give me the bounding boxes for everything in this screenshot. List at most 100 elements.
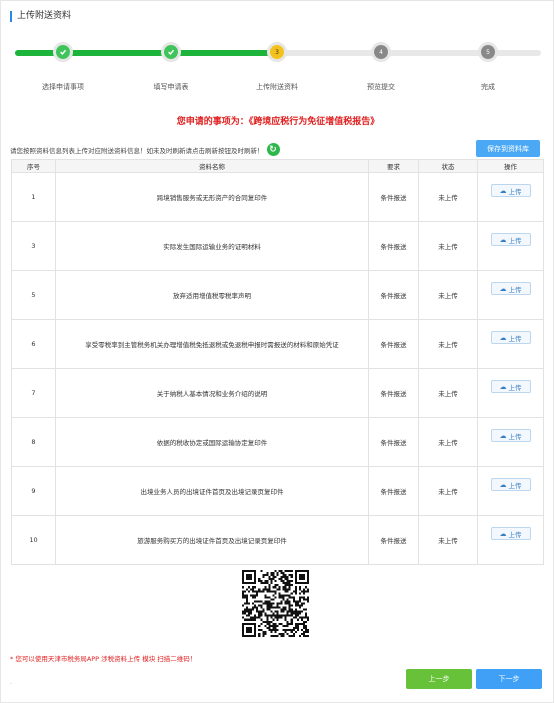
upload-label: 上传 bbox=[508, 481, 522, 490]
header-name: 资料名称 bbox=[55, 159, 369, 173]
row-no: 7 bbox=[11, 368, 56, 418]
table-row: 5 放弃适用增值税零税率声明 条件报送 未上传 ☁ 上传 bbox=[11, 270, 544, 320]
step-4: 4 预览提交 bbox=[331, 41, 431, 101]
next-step-button[interactable]: 下一步 bbox=[476, 669, 542, 689]
table-row: 8 依据的税收协定或国际运输协定复印件 条件报送 未上传 ☁ 上传 bbox=[11, 417, 544, 467]
upload-label: 上传 bbox=[508, 236, 522, 245]
material-table: 序号 资料名称 要求 状态 操作 1 跨境销售服务或无形资产的合同复印件 条件报送未… bbox=[11, 159, 544, 565]
refresh-icon[interactable]: ↻ bbox=[266, 143, 280, 156]
row-requirement: 条件报送 bbox=[368, 515, 419, 565]
row-action: ☁ 上传 bbox=[477, 417, 544, 467]
row-material-name: 依据的税收协定或国际运输协定复印件 bbox=[55, 417, 369, 467]
qr-code bbox=[242, 570, 309, 637]
table-row: 9 出境业务人员的出境证件首页及出境记录页复印件 条件报送 未上传 ☁ 上传 bbox=[11, 466, 544, 516]
cloud-upload-icon: ☁ bbox=[499, 382, 507, 391]
step-dot bbox=[53, 42, 73, 62]
cloud-upload-icon: ☁ bbox=[499, 431, 507, 440]
row-status: 未上传 bbox=[418, 221, 478, 271]
row-status: 未上传 bbox=[418, 417, 478, 467]
save-to-library-button[interactable]: 保存到资料库 bbox=[476, 140, 540, 157]
page-frame: 上传附送资料 选择申请事项 填写申请表 3 上传附送资料 4 预览提交 5 完成 您申请的事项… bbox=[0, 0, 554, 703]
upload-label: 上传 bbox=[508, 530, 522, 539]
step-number: 3 bbox=[270, 45, 284, 59]
table-header-row: 序号 资料名称 要求 状态 操作 bbox=[11, 159, 544, 173]
step-label: 选择申请事项 bbox=[42, 83, 84, 91]
cloud-upload-icon: ☁ bbox=[499, 284, 507, 293]
row-material-name: 享受零税率到主管税务机关办理增值税免抵退税或免退税申报时需报送的材料和原始凭证 bbox=[55, 319, 369, 369]
row-no: 3 bbox=[11, 221, 56, 271]
header-no: 序号 bbox=[11, 159, 56, 173]
row-status: 未上传 bbox=[418, 368, 478, 418]
upload-button[interactable]: ☁ 上传 bbox=[490, 331, 531, 344]
row-material-name: 放弃适用增值税零税率声明 bbox=[55, 270, 369, 320]
row-material-name: 旅游服务购买方的出境证件首页及出境记录页复印件 bbox=[55, 515, 369, 565]
upload-label: 上传 bbox=[508, 334, 522, 343]
row-action: ☁ 上传 bbox=[477, 172, 544, 222]
page-title: 上传附送资料 bbox=[10, 11, 71, 22]
check-icon bbox=[164, 45, 178, 59]
row-requirement: 条件报送 bbox=[368, 221, 419, 271]
row-status: 未上传 bbox=[418, 515, 478, 565]
row-no: 8 bbox=[11, 417, 56, 467]
step-dot: 5 bbox=[478, 42, 498, 62]
table-row: 1 跨境销售服务或无形资产的合同复印件 条件报送 未上传 ☁ 上传 bbox=[11, 172, 544, 222]
row-requirement: 条件报送 bbox=[368, 417, 419, 467]
upload-button[interactable]: ☁ 上传 bbox=[490, 380, 531, 393]
step-dot: 4 bbox=[371, 42, 391, 62]
step-1: 选择申请事项 bbox=[13, 41, 113, 101]
row-no: 9 bbox=[11, 466, 56, 516]
row-no: 10 bbox=[11, 515, 56, 565]
check-icon bbox=[56, 45, 70, 59]
application-matter: 您申请的事项为：《跨境应税行为免征增值税报告》 bbox=[176, 117, 380, 127]
header-action: 操作 bbox=[477, 159, 544, 173]
row-action: ☁ 上传 bbox=[477, 466, 544, 516]
cloud-upload-icon: ☁ bbox=[499, 333, 507, 342]
cloud-upload-icon: ☁ bbox=[499, 235, 507, 244]
row-requirement: 条件报送 bbox=[368, 270, 419, 320]
cloud-upload-icon: ☁ bbox=[499, 480, 507, 489]
step-dot: 3 bbox=[267, 42, 287, 62]
upload-button[interactable]: ☁ 上传 bbox=[490, 478, 531, 491]
upload-notice: 请您按照资料信息列表上传对应附送资料信息！如未及时刷新请点击刷新按钮及时刷新！ … bbox=[10, 143, 280, 156]
upload-button[interactable]: ☁ 上传 bbox=[490, 527, 531, 540]
row-no: 6 bbox=[11, 319, 56, 369]
row-status: 未上传 bbox=[418, 319, 478, 369]
table-row: 3 实际发生国际运输业务的证明材料 条件报送 未上传 ☁ 上传 bbox=[11, 221, 544, 271]
row-action: ☁ 上传 bbox=[477, 319, 544, 369]
row-material-name: 关于纳税人基本情况和业务介绍的说明 bbox=[55, 368, 369, 418]
row-action: ☁ 上传 bbox=[477, 515, 544, 565]
step-number: 5 bbox=[481, 45, 495, 59]
upload-button[interactable]: ☁ 上传 bbox=[490, 282, 531, 295]
row-material-name: 跨境销售服务或无形资产的合同复印件 bbox=[55, 172, 369, 222]
row-requirement: 条件报送 bbox=[368, 466, 419, 516]
step-number: 4 bbox=[374, 45, 388, 59]
upload-notice-text: 请您按照资料信息列表上传对应附送资料信息！如未及时刷新请点击刷新按钮及时刷新！ bbox=[10, 146, 264, 155]
upload-button[interactable]: ☁ 上传 bbox=[490, 184, 531, 197]
row-action: ☁ 上传 bbox=[477, 221, 544, 271]
row-status: 未上传 bbox=[418, 172, 478, 222]
row-status: 未上传 bbox=[418, 466, 478, 516]
footer-dot: . bbox=[10, 679, 12, 686]
row-no: 1 bbox=[11, 172, 56, 222]
upload-button[interactable]: ☁ 上传 bbox=[490, 233, 531, 246]
step-dot bbox=[161, 42, 181, 62]
app-upload-tip: * 您可以使用天津市税务局APP 涉税资料上传 模块 扫描二维码！ bbox=[10, 655, 197, 663]
row-requirement: 条件报送 bbox=[368, 172, 419, 222]
step-5: 5 完成 bbox=[438, 41, 538, 101]
upload-label: 上传 bbox=[508, 383, 522, 392]
row-requirement: 条件报送 bbox=[368, 368, 419, 418]
row-status: 未上传 bbox=[418, 270, 478, 320]
step-2: 填写申请表 bbox=[121, 41, 221, 101]
step-label: 上传附送资料 bbox=[256, 83, 298, 91]
row-material-name: 实际发生国际运输业务的证明材料 bbox=[55, 221, 369, 271]
row-action: ☁ 上传 bbox=[477, 270, 544, 320]
upload-label: 上传 bbox=[508, 285, 522, 294]
step-label: 填写申请表 bbox=[153, 83, 189, 91]
cloud-upload-icon: ☁ bbox=[499, 529, 507, 538]
table-row: 7 关于纳税人基本情况和业务介绍的说明 条件报送 未上传 ☁ 上传 bbox=[11, 368, 544, 418]
row-action: ☁ 上传 bbox=[477, 368, 544, 418]
upload-button[interactable]: ☁ 上传 bbox=[490, 429, 531, 442]
upload-label: 上传 bbox=[508, 432, 522, 441]
prev-step-button[interactable]: 上一步 bbox=[406, 669, 472, 689]
cloud-upload-icon: ☁ bbox=[499, 186, 507, 195]
